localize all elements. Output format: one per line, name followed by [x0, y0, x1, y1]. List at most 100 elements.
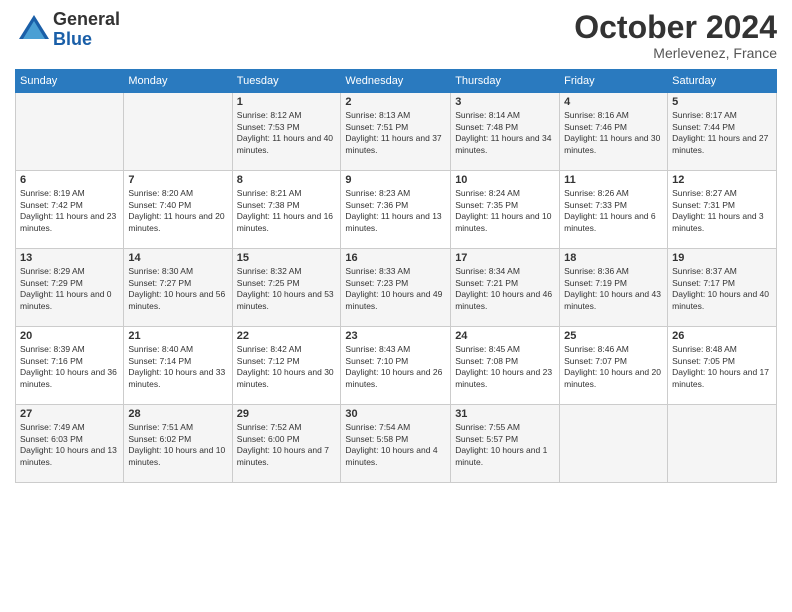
day-number: 21 — [128, 330, 227, 342]
day-number: 23 — [345, 330, 446, 342]
calendar-week-1: 1Sunrise: 8:12 AM Sunset: 7:53 PM Daylig… — [16, 93, 777, 171]
day-number: 20 — [20, 330, 119, 342]
calendar-cell: 29Sunrise: 7:52 AM Sunset: 6:00 PM Dayli… — [232, 405, 341, 483]
day-number: 31 — [455, 408, 555, 420]
calendar-cell: 28 Sunrise: 7:51 AM Sunset: 6:02 PM Dayli… — [124, 405, 232, 483]
day-info: Sunrise: 7:55 AM Sunset: 5:57 PM Dayligh… — [455, 422, 555, 468]
day-info: Sunrise: 8:26 AM Sunset: 7:33 PM Dayligh… — [564, 188, 663, 234]
calendar-cell: 23 Sunrise: 8:43 AM Sunset: 7:10 PM Dayli… — [341, 327, 451, 405]
day-number: 25 — [564, 330, 663, 342]
calendar-week-3: 13 Sunrise: 8:29 AM Sunset: 7:29 PM Dayli… — [16, 249, 777, 327]
calendar-week-2: 6Sunrise: 8:19 AM Sunset: 7:42 PM Daylig… — [16, 171, 777, 249]
day-number: 5 — [672, 96, 772, 108]
month-title: October 2024 — [574, 10, 777, 45]
calendar-cell: 22 Sunrise: 8:42 AM Sunset: 7:12 PM Dayli… — [232, 327, 341, 405]
logo-text: General Blue — [53, 10, 120, 50]
day-number: 18 — [564, 252, 663, 264]
calendar-cell: 17 Sunrise: 8:34 AM Sunset: 7:21 PM Dayli… — [451, 249, 560, 327]
day-info: Sunrise: 8:39 AM Sunset: 7:16 PM Dayligh… — [20, 344, 119, 390]
day-info: Sunrise: 8:27 AM Sunset: 7:31 PM Dayligh… — [672, 188, 772, 234]
calendar-cell — [16, 93, 124, 171]
location: Merlevenez, France — [574, 45, 777, 61]
day-info: Sunrise: 8:30 AM Sunset: 7:27 PM Dayligh… — [128, 266, 227, 312]
day-info: Sunrise: 8:12 AM Sunset: 7:53 PM Dayligh… — [237, 110, 337, 156]
day-info: Sunrise: 8:13 AM Sunset: 7:51 PM Dayligh… — [345, 110, 446, 156]
day-info: Sunrise: 8:24 AM Sunset: 7:35 PM Dayligh… — [455, 188, 555, 234]
day-number: 24 — [455, 330, 555, 342]
day-number: 15 — [237, 252, 337, 264]
calendar-cell: 12 Sunrise: 8:27 AM Sunset: 7:31 PM Dayli… — [668, 171, 777, 249]
day-info: Sunrise: 7:49 AM Sunset: 6:03 PM Dayligh… — [20, 422, 119, 468]
col-wednesday: Wednesday — [341, 70, 451, 93]
day-number: 12 — [672, 174, 772, 186]
title-block: October 2024 Merlevenez, France — [574, 10, 777, 61]
day-info: Sunrise: 8:32 AM Sunset: 7:25 PM Dayligh… — [237, 266, 337, 312]
day-number: 29 — [237, 408, 337, 420]
calendar-cell: 8Sunrise: 8:21 AM Sunset: 7:38 PM Daylig… — [232, 171, 341, 249]
calendar-cell: 9 Sunrise: 8:23 AM Sunset: 7:36 PM Daylig… — [341, 171, 451, 249]
col-thursday: Thursday — [451, 70, 560, 93]
day-number: 3 — [455, 96, 555, 108]
day-info: Sunrise: 8:34 AM Sunset: 7:21 PM Dayligh… — [455, 266, 555, 312]
calendar-cell: 15 Sunrise: 8:32 AM Sunset: 7:25 PM Dayli… — [232, 249, 341, 327]
day-info: Sunrise: 8:20 AM Sunset: 7:40 PM Dayligh… — [128, 188, 227, 234]
calendar-cell: 25 Sunrise: 8:46 AM Sunset: 7:07 PM Dayli… — [560, 327, 668, 405]
calendar-cell: 11Sunrise: 8:26 AM Sunset: 7:33 PM Dayli… — [560, 171, 668, 249]
calendar-cell: 13 Sunrise: 8:29 AM Sunset: 7:29 PM Dayli… — [16, 249, 124, 327]
day-info: Sunrise: 8:42 AM Sunset: 7:12 PM Dayligh… — [237, 344, 337, 390]
day-info: Sunrise: 7:54 AM Sunset: 5:58 PM Dayligh… — [345, 422, 446, 468]
day-info: Sunrise: 8:33 AM Sunset: 7:23 PM Dayligh… — [345, 266, 446, 312]
day-info: Sunrise: 8:36 AM Sunset: 7:19 PM Dayligh… — [564, 266, 663, 312]
day-number: 28 — [128, 408, 227, 420]
day-number: 4 — [564, 96, 663, 108]
calendar-table: Sunday Monday Tuesday Wednesday Thursday… — [15, 69, 777, 483]
day-info: Sunrise: 7:51 AM Sunset: 6:02 PM Dayligh… — [128, 422, 227, 468]
logo-blue: Blue — [53, 30, 120, 50]
calendar-cell: 19 Sunrise: 8:37 AM Sunset: 7:17 PM Dayli… — [668, 249, 777, 327]
day-number: 13 — [20, 252, 119, 264]
day-info: Sunrise: 8:16 AM Sunset: 7:46 PM Dayligh… — [564, 110, 663, 156]
day-number: 9 — [345, 174, 446, 186]
calendar-cell — [668, 405, 777, 483]
calendar-cell: 3 Sunrise: 8:14 AM Sunset: 7:48 PM Daylig… — [451, 93, 560, 171]
day-number: 22 — [237, 330, 337, 342]
day-info: Sunrise: 8:37 AM Sunset: 7:17 PM Dayligh… — [672, 266, 772, 312]
calendar-week-4: 20 Sunrise: 8:39 AM Sunset: 7:16 PM Dayli… — [16, 327, 777, 405]
day-info: Sunrise: 8:23 AM Sunset: 7:36 PM Dayligh… — [345, 188, 446, 234]
day-number: 14 — [128, 252, 227, 264]
calendar-cell: 2 Sunrise: 8:13 AM Sunset: 7:51 PM Daylig… — [341, 93, 451, 171]
day-number: 30 — [345, 408, 446, 420]
calendar-cell: 4 Sunrise: 8:16 AM Sunset: 7:46 PM Daylig… — [560, 93, 668, 171]
day-number: 19 — [672, 252, 772, 264]
col-sunday: Sunday — [16, 70, 124, 93]
calendar-cell: 10Sunrise: 8:24 AM Sunset: 7:35 PM Dayli… — [451, 171, 560, 249]
day-info: Sunrise: 8:14 AM Sunset: 7:48 PM Dayligh… — [455, 110, 555, 156]
header: General Blue October 2024 Merlevenez, Fr… — [15, 10, 777, 61]
day-info: Sunrise: 8:46 AM Sunset: 7:07 PM Dayligh… — [564, 344, 663, 390]
day-number: 17 — [455, 252, 555, 264]
calendar-cell: 27 Sunrise: 7:49 AM Sunset: 6:03 PM Dayli… — [16, 405, 124, 483]
day-number: 2 — [345, 96, 446, 108]
logo-icon — [15, 11, 53, 49]
day-info: Sunrise: 8:29 AM Sunset: 7:29 PM Dayligh… — [20, 266, 119, 312]
calendar-cell: 5Sunrise: 8:17 AM Sunset: 7:44 PM Daylig… — [668, 93, 777, 171]
day-number: 27 — [20, 408, 119, 420]
calendar-cell: 18 Sunrise: 8:36 AM Sunset: 7:19 PM Dayli… — [560, 249, 668, 327]
day-number: 26 — [672, 330, 772, 342]
calendar-cell: 30 Sunrise: 7:54 AM Sunset: 5:58 PM Dayli… — [341, 405, 451, 483]
col-tuesday: Tuesday — [232, 70, 341, 93]
day-info: Sunrise: 8:19 AM Sunset: 7:42 PM Dayligh… — [20, 188, 119, 234]
logo-general: General — [53, 10, 120, 30]
page-container: General Blue October 2024 Merlevenez, Fr… — [0, 0, 792, 493]
calendar-cell: 6Sunrise: 8:19 AM Sunset: 7:42 PM Daylig… — [16, 171, 124, 249]
day-info: Sunrise: 8:21 AM Sunset: 7:38 PM Dayligh… — [237, 188, 337, 234]
col-friday: Friday — [560, 70, 668, 93]
calendar-cell — [124, 93, 232, 171]
calendar-cell: 24Sunrise: 8:45 AM Sunset: 7:08 PM Dayli… — [451, 327, 560, 405]
calendar-cell: 14 Sunrise: 8:30 AM Sunset: 7:27 PM Dayli… — [124, 249, 232, 327]
day-info: Sunrise: 8:40 AM Sunset: 7:14 PM Dayligh… — [128, 344, 227, 390]
day-info: Sunrise: 8:43 AM Sunset: 7:10 PM Dayligh… — [345, 344, 446, 390]
calendar-cell: 21 Sunrise: 8:40 AM Sunset: 7:14 PM Dayli… — [124, 327, 232, 405]
col-saturday: Saturday — [668, 70, 777, 93]
day-number: 7 — [128, 174, 227, 186]
